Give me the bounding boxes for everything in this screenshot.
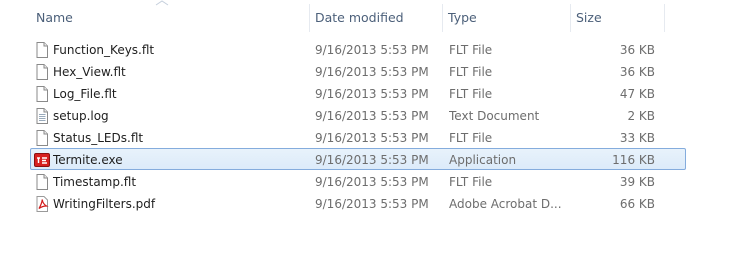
file-type: FLT File (449, 131, 493, 145)
blank-file-icon (34, 130, 50, 146)
file-size: 33 KB (619, 131, 655, 145)
text-document-icon (34, 108, 50, 124)
file-size: 39 KB (619, 175, 655, 189)
blank-file-icon (34, 64, 50, 80)
file-name: Function_Keys.flt (53, 43, 155, 57)
file-row[interactable]: Status_LEDs.flt 9/16/2013 5:53 PM FLT Fi… (30, 126, 686, 148)
file-row[interactable]: setup.log 9/16/2013 5:53 PM Text Documen… (30, 104, 686, 126)
file-row[interactable]: Log_File.flt 9/16/2013 5:53 PM FLT File … (30, 82, 686, 104)
file-type: Application (449, 153, 517, 167)
file-row[interactable]: WritingFilters.pdf 9/16/2013 5:53 PM Ado… (30, 192, 686, 214)
file-type: Adobe Acrobat D... (449, 197, 562, 211)
file-size: 116 KB (612, 153, 655, 167)
file-size: 66 KB (619, 197, 655, 211)
file-row[interactable]: Timestamp.flt 9/16/2013 5:53 PM FLT File… (30, 170, 686, 192)
file-size: 36 KB (619, 65, 655, 79)
file-date-modified: 9/16/2013 5:53 PM (315, 131, 429, 145)
termite-app-icon (34, 152, 50, 168)
blank-file-icon (34, 174, 50, 190)
blank-file-icon (34, 86, 50, 102)
column-header-type[interactable]: Type (442, 0, 570, 36)
file-date-modified: 9/16/2013 5:53 PM (315, 197, 429, 211)
file-size: 47 KB (619, 87, 655, 101)
column-header-name[interactable]: Name (30, 0, 309, 36)
file-row[interactable]: Function_Keys.flt 9/16/2013 5:53 PM FLT … (30, 38, 686, 60)
window-frame (0, 0, 5, 274)
file-date-modified: 9/16/2013 5:53 PM (315, 109, 429, 123)
file-date-modified: 9/16/2013 5:53 PM (315, 175, 429, 189)
blank-file-icon (34, 42, 50, 58)
pdf-file-icon (34, 196, 50, 212)
file-type: FLT File (449, 43, 493, 57)
file-type: FLT File (449, 87, 493, 101)
file-name: Log_File.flt (53, 87, 117, 101)
file-size: 36 KB (619, 43, 655, 57)
column-header-size[interactable]: Size (570, 0, 664, 36)
file-date-modified: 9/16/2013 5:53 PM (315, 43, 429, 57)
file-name: Status_LEDs.flt (53, 131, 144, 145)
file-name: Timestamp.flt (53, 175, 137, 189)
file-type: FLT File (449, 65, 493, 79)
file-name: WritingFilters.pdf (53, 197, 156, 211)
column-header-bar: Name Date modified Type Size (0, 0, 749, 36)
file-type: FLT File (449, 175, 493, 189)
file-size: 2 KB (627, 109, 655, 123)
file-type: Text Document (449, 109, 540, 123)
file-row-selected[interactable]: Termite.exe 9/16/2013 5:53 PM Applicatio… (30, 148, 686, 170)
column-header-date-modified[interactable]: Date modified (309, 0, 442, 36)
column-divider[interactable] (664, 4, 665, 32)
file-name: Termite.exe (53, 153, 123, 167)
file-row[interactable]: Hex_View.flt 9/16/2013 5:53 PM FLT File … (30, 60, 686, 82)
file-name: setup.log (53, 109, 109, 123)
file-date-modified: 9/16/2013 5:53 PM (315, 65, 429, 79)
file-date-modified: 9/16/2013 5:53 PM (315, 87, 429, 101)
file-name: Hex_View.flt (53, 65, 126, 79)
file-date-modified: 9/16/2013 5:53 PM (315, 153, 429, 167)
